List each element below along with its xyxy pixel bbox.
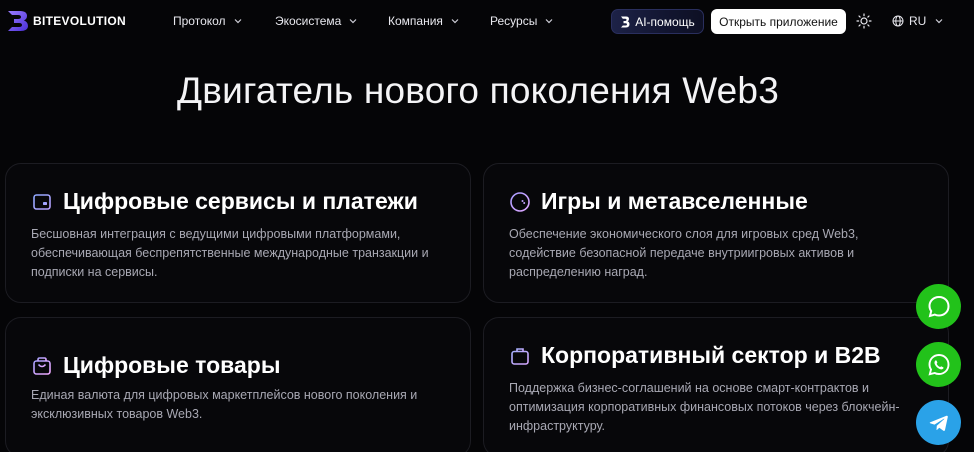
- nav-ecosystem-label: Экосистема: [275, 14, 342, 28]
- card-description: Бесшовная интеграция с ведущими цифровым…: [31, 225, 461, 282]
- nav-protocol[interactable]: Протокол: [173, 0, 243, 42]
- desc-line: подписки на сервисы.: [31, 265, 158, 279]
- desc-line: содействие безопасной передаче внутриигр…: [509, 246, 855, 260]
- card-title-text: Корпоративный сектор и B2B: [541, 342, 881, 368]
- desc-line: распределению наград.: [509, 265, 648, 279]
- ai-help-label: AI-помощь: [635, 14, 695, 29]
- brand-logo-icon: [8, 11, 28, 31]
- card-digital-services: Цифровые сервисы и платежи Бесшовная инт…: [5, 163, 471, 303]
- globe-icon: [892, 15, 904, 27]
- language-label: RU: [909, 14, 927, 28]
- brand-mark-icon: [621, 16, 630, 27]
- desc-line: Единая валюта для цифровых маркетплейсов…: [31, 388, 418, 402]
- nav-resources-label: Ресурсы: [490, 14, 538, 28]
- chevron-down-icon: [545, 19, 553, 24]
- briefcase-icon: [511, 347, 529, 365]
- telegram-button[interactable]: [916, 400, 961, 445]
- whatsapp-button[interactable]: [916, 342, 961, 387]
- nav-protocol-label: Протокол: [173, 14, 226, 28]
- chevron-down-icon: [451, 19, 459, 24]
- nav-resources[interactable]: Ресурсы: [490, 0, 554, 42]
- nav-ecosystem[interactable]: Экосистема: [275, 0, 358, 42]
- chevron-down-icon: [935, 19, 943, 24]
- brand-name: BITEVOLUTION: [33, 14, 126, 28]
- ai-help-button[interactable]: AI-помощь: [611, 9, 704, 34]
- desc-line: обеспечивающая беспрепятственные междуна…: [31, 246, 429, 260]
- card-title: Цифровые товары: [31, 352, 280, 379]
- card-title-text: Цифровые сервисы и платежи: [63, 188, 418, 214]
- chevron-down-icon: [349, 19, 357, 24]
- shopping-bag-icon: [33, 356, 51, 375]
- card-corporate-b2b: Корпоративный сектор и B2B Поддержка биз…: [483, 317, 949, 452]
- nav-company[interactable]: Компания: [388, 0, 460, 42]
- whatsapp-icon: [927, 353, 949, 375]
- chevron-down-icon: [234, 19, 241, 24]
- card-description: Обеспечение экономического слоя для игро…: [509, 225, 939, 282]
- chat-button[interactable]: [916, 284, 961, 329]
- sun-icon[interactable]: [856, 13, 872, 29]
- desc-line: инфраструктуру.: [509, 419, 605, 433]
- open-app-button[interactable]: Открыть приложение: [711, 9, 846, 34]
- desc-line: эксклюзивных товаров Web3.: [31, 407, 203, 421]
- page-title: Двигатель нового поколения Web3: [177, 70, 779, 111]
- brand-logo[interactable]: BITEVOLUTION: [6, 10, 126, 32]
- card-title: Игры и метавселенные: [509, 188, 808, 215]
- card-games-metaverse: Игры и метавселенные Обеспечение экономи…: [483, 163, 949, 303]
- chat-bubble-icon: [927, 295, 950, 317]
- telegram-icon: [929, 415, 948, 431]
- top-header: BITEVOLUTION Протокол Экосистема Компани…: [0, 0, 974, 42]
- desc-line: Поддержка бизнес-соглашений на основе см…: [509, 381, 870, 395]
- card-description: Поддержка бизнес-соглашений на основе см…: [509, 379, 939, 436]
- nav-company-label: Компания: [388, 14, 443, 28]
- desc-line: Обеспечение экономического слоя для игро…: [509, 227, 859, 241]
- language-selector[interactable]: RU: [892, 13, 944, 29]
- gamepad-icon: [510, 191, 530, 212]
- wallet-icon: [33, 193, 51, 210]
- card-digital-goods: Цифровые товары Единая валюта для цифров…: [5, 317, 471, 452]
- card-description: Единая валюта для цифровых маркетплейсов…: [31, 386, 461, 424]
- card-title: Корпоративный сектор и B2B: [509, 342, 881, 369]
- card-title-text: Игры и метавселенные: [541, 188, 808, 214]
- card-title: Цифровые сервисы и платежи: [31, 188, 418, 215]
- desc-line: оптимизация корпоративных финансовых пот…: [509, 400, 900, 414]
- card-title-text: Цифровые товары: [63, 352, 281, 378]
- desc-line: Бесшовная интеграция с ведущими цифровым…: [31, 227, 401, 241]
